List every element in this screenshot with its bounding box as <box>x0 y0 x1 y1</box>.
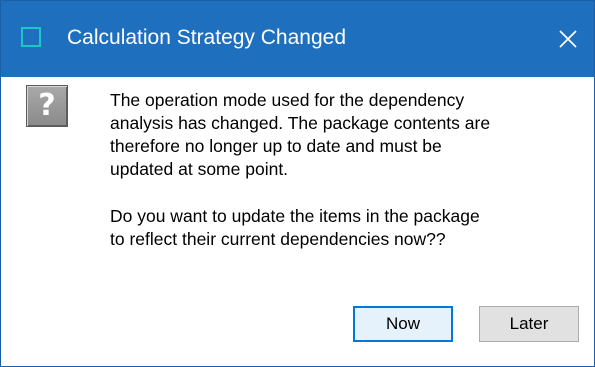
window-icon <box>21 27 41 47</box>
close-icon <box>559 30 577 48</box>
question-icon: ? <box>26 85 68 127</box>
dialog-title: Calculation Strategy Changed <box>67 26 347 49</box>
dialog-message: The operation mode used for the dependen… <box>110 89 580 251</box>
now-button[interactable]: Now <box>353 306 453 342</box>
message-paragraph-1: The operation mode used for the dependen… <box>110 90 491 179</box>
close-button[interactable] <box>542 1 594 77</box>
message-paragraph-2: Do you want to update the items in the p… <box>110 206 480 249</box>
calculation-strategy-dialog: Calculation Strategy Changed ? The opera… <box>0 0 595 367</box>
dialog-titlebar[interactable]: Calculation Strategy Changed <box>1 1 594 77</box>
dialog-content: ? The operation mode used for the depend… <box>1 77 594 366</box>
later-button[interactable]: Later <box>479 306 579 342</box>
